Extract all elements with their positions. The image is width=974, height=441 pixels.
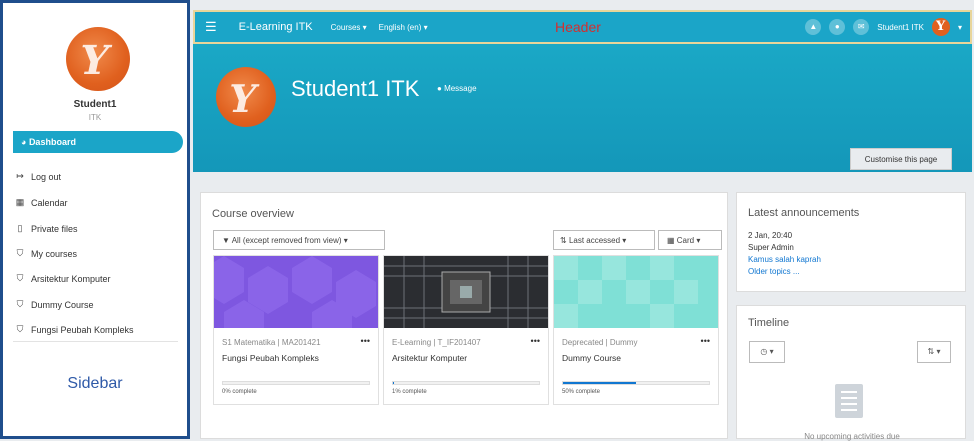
timeline-block: Timeline ◷ ▾ ⇅ ▾ No upcoming activities … [736, 305, 966, 441]
sidebar: Y Student1 ITK ◕ Dashboard ↦ Log out ▦ Cal… [0, 0, 190, 439]
timeline-empty-text: No upcoming activities due [804, 432, 900, 441]
sidebar-item-fungsi[interactable]: ⛉ Fungsi Peubah Kompleks [15, 324, 134, 335]
graduation-cap-icon: ⛉ [16, 324, 24, 334]
course-name[interactable]: Fungsi Peubah Kompleks [222, 353, 319, 363]
course-category: S1 Matematika | MA201421 [222, 338, 321, 347]
grid-icon: ▦ [667, 236, 677, 245]
page-header: Y Student1 ITK ● Message Customise this … [193, 44, 972, 172]
announcement-author: Super Admin [748, 243, 794, 252]
progress-bar [562, 381, 710, 385]
block-title: Timeline [748, 317, 790, 329]
course-image-squares [554, 256, 718, 328]
sidebar-user-name: Student1 [73, 99, 117, 110]
chevron-down-icon[interactable]: ▾ [958, 23, 962, 32]
course-card[interactable]: Deprecated | Dummy ••• Dummy Course 50% … [553, 255, 719, 405]
sidebar-item-calendar[interactable]: ▦ Calendar [15, 197, 68, 208]
latest-announcements-block: Latest announcements 2 Jan, 20:40 Super … [736, 192, 966, 292]
bell-icon[interactable]: ▲ [805, 19, 822, 35]
site-brand[interactable]: E-Learning ITK [239, 21, 313, 33]
older-topics-link[interactable]: Older topics ... [748, 267, 800, 276]
sidebar-annotation-label: Sidebar [67, 375, 123, 392]
course-filter-dropdown[interactable]: ▼ All (except removed from view) ▾ [213, 230, 385, 250]
hamburger-menu-icon[interactable]: ☰ [205, 19, 217, 35]
avatar[interactable]: Y [66, 27, 130, 91]
graduation-cap-icon: ⛉ [16, 273, 24, 283]
more-options-icon[interactable]: ••• [531, 336, 540, 346]
chat-icon[interactable]: ● [829, 19, 846, 35]
course-category: Deprecated | Dummy [562, 338, 638, 347]
header-user-area: ▲ ● ✉ Student1 ITK Y ▾ [805, 18, 962, 36]
progress-fill [563, 382, 636, 384]
block-title: Course overview [212, 208, 294, 220]
avatar-logo-icon: Y [935, 19, 946, 34]
customise-page-button[interactable]: Customise this page [850, 148, 952, 170]
progress-text: 0% complete [222, 389, 257, 395]
sidebar-item-private-files[interactable]: ▯ Private files [15, 223, 78, 234]
avatar-logo-icon: Y [224, 76, 261, 121]
course-name[interactable]: Arsitektur Komputer [392, 353, 467, 363]
course-image-hex [214, 256, 378, 328]
timeline-sort-dropdown[interactable]: ⇅ ▾ [917, 341, 951, 363]
course-card[interactable]: E-Learning | T_IF201407 ••• Arsitektur K… [383, 255, 549, 405]
calendar-icon: ▦ [15, 197, 25, 207]
timeline-filter-dropdown[interactable]: ◷ ▾ [749, 341, 785, 363]
empty-list-icon [835, 384, 863, 418]
course-category: E-Learning | T_IF201407 [392, 338, 481, 347]
progress-bar [222, 381, 370, 385]
file-icon: ▯ [17, 223, 23, 233]
mail-icon[interactable]: ✉ [853, 19, 870, 35]
course-overview-block: Course overview ▼ All (except removed fr… [200, 192, 728, 439]
sidebar-user-sub: ITK [88, 113, 102, 122]
header: ☰ E-Learning ITK Courses ▾ English (en) … [193, 10, 972, 44]
progress-text: 50% complete [562, 389, 601, 395]
progress-text: 1% complete [392, 389, 427, 395]
sidebar-item-logout[interactable]: ↦ Log out [15, 171, 61, 182]
more-options-icon[interactable]: ••• [701, 336, 710, 346]
announcement-topic-link[interactable]: Kamus salah kaprah [748, 255, 821, 264]
course-card[interactable]: S1 Matematika | MA201421 ••• Fungsi Peub… [213, 255, 379, 405]
sidebar-item-dummy[interactable]: ⛉ Dummy Course [15, 299, 94, 310]
course-image-cpu [384, 256, 548, 328]
sort-icon: ⇅ [927, 347, 935, 356]
filter-icon: ▼ [222, 236, 232, 245]
sort-icon: ⇅ [560, 236, 569, 245]
graduation-cap-icon: ⛉ [16, 299, 24, 309]
sidebar-item-arsitektur[interactable]: ⛉ Arsitektur Komputer [15, 273, 111, 284]
more-options-icon[interactable]: ••• [361, 336, 370, 346]
header-user-name[interactable]: Student1 ITK [877, 23, 924, 32]
sidebar-divider [13, 341, 178, 342]
progress-fill [393, 382, 395, 384]
graduation-cap-icon: ⛉ [16, 248, 24, 258]
sidebar-item-dashboard[interactable]: ◕ Dashboard [13, 131, 183, 153]
language-menu[interactable]: English (en) ▾ [379, 23, 428, 32]
block-title: Latest announcements [748, 207, 860, 219]
sign-out-icon: ↦ [16, 171, 24, 181]
course-sort-dropdown[interactable]: ⇅ Last accessed ▾ [553, 230, 655, 250]
sidebar-item-my-courses[interactable]: ⛉ My courses [15, 248, 77, 259]
header-avatar[interactable]: Y [931, 18, 950, 36]
courses-menu[interactable]: Courses ▾ [331, 23, 367, 32]
progress-bar [392, 381, 540, 385]
course-name[interactable]: Dummy Course [562, 353, 621, 363]
header-annotation-label: Header [555, 19, 601, 35]
announcement-date: 2 Jan, 20:40 [748, 231, 793, 240]
profile-avatar[interactable]: Y [216, 67, 276, 127]
message-link[interactable]: ● Message [437, 84, 477, 93]
avatar-logo-icon: Y [75, 37, 114, 84]
chat-icon: ● [437, 84, 445, 93]
page-title: Student1 ITK [291, 76, 420, 101]
clock-icon: ◷ [760, 347, 768, 356]
dashboard-icon: ◕ [21, 137, 29, 147]
course-view-dropdown[interactable]: ▦ Card ▾ [658, 230, 722, 250]
